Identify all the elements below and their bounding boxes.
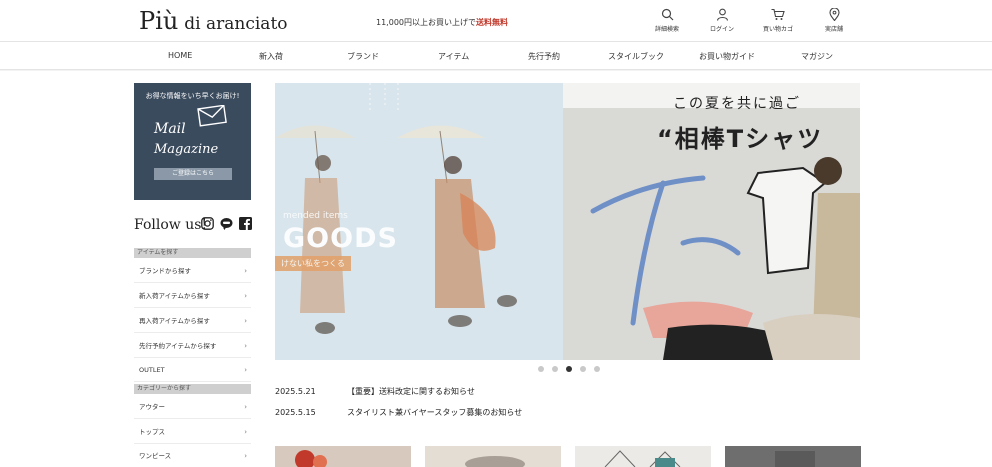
sidebar-link-restock[interactable]: 再入荷アイテムから探す › — [134, 309, 251, 333]
nav-magazine[interactable]: マガジン — [801, 51, 833, 62]
thumbnail-image — [295, 450, 327, 467]
news-date: 2025.5.21 — [275, 387, 316, 396]
slide-goods-title: GOODS — [283, 223, 398, 254]
slide-tshirt[interactable]: この夏を共に過ご “相棒Tシャツ — [563, 83, 860, 360]
nav-brand[interactable]: ブランド — [347, 51, 379, 62]
nav-home[interactable]: HOME — [168, 51, 192, 60]
hero-slider[interactable]: mended items GOODS けない私をつくる この夏を共に過ご “相棒… — [275, 83, 860, 360]
mail-banner-title: お得な情報をいち早くお届け! — [145, 92, 240, 100]
sidebar-link-outlet[interactable]: OUTLET › — [134, 358, 251, 382]
envelope-icon — [197, 105, 227, 127]
news-date: 2025.5.15 — [275, 408, 316, 417]
logo-sub: di aranciato — [184, 14, 288, 34]
mail-magazine-banner[interactable]: お得な情報をいち早くお届け! Mail Magazine ご登録はこちら — [134, 83, 251, 200]
thumbnail-image — [604, 450, 681, 467]
chevron-right-icon: › — [244, 317, 247, 325]
slide-tshirt-copy-line1: この夏を共に過ご — [673, 96, 801, 112]
mail-art-line1: Mail — [153, 121, 186, 137]
follow-us-label: Follow us! — [134, 217, 208, 233]
sidebar-link-outer[interactable]: アウター › — [134, 395, 251, 419]
chevron-right-icon: › — [244, 267, 247, 275]
slider-pagination — [538, 366, 600, 372]
login-link[interactable]: ログイン — [694, 8, 750, 33]
thumbnail-image — [465, 456, 525, 467]
news-title: スタイリスト兼バイヤースタッフ募集のお知らせ — [347, 408, 523, 417]
slider-dot[interactable] — [552, 366, 558, 372]
cart-link[interactable]: 買い物カゴ — [750, 8, 806, 33]
store-label: 実店舗 — [824, 26, 843, 33]
search-label: 詳細検索 — [654, 26, 679, 33]
logo-main: Più — [139, 7, 179, 35]
social-links — [201, 217, 252, 230]
news-item[interactable]: 2025.5.15 スタイリスト兼バイヤースタッフ募集のお知らせ — [275, 407, 522, 418]
nav-shopping-guide[interactable]: お買い物ガイド — [699, 51, 755, 62]
slide-goods[interactable]: mended items GOODS けない私をつくる — [275, 83, 563, 360]
search-icon — [661, 8, 673, 21]
user-icon — [716, 8, 728, 21]
chevron-right-icon: › — [244, 428, 247, 436]
sidebar-link-preorder[interactable]: 先行予約アイテムから探す › — [134, 334, 251, 358]
mail-art-line2: Magazine — [153, 142, 219, 157]
sidebar-link-tops[interactable]: トップス › — [134, 420, 251, 444]
mail-register-button[interactable]: ご登録はこちら — [154, 168, 232, 180]
news-title: 【重要】送料改定に関するお知らせ — [347, 387, 475, 396]
sidebar-link-onepiece[interactable]: ワンピース › — [134, 444, 251, 467]
slider-dot-active[interactable] — [566, 366, 572, 372]
free-shipping-note: 11,000円以上お買い上げで送料無料 — [376, 18, 508, 27]
nav-new-arrivals[interactable]: 新入荷 — [259, 51, 283, 62]
site-logo[interactable]: Più di aranciato — [139, 7, 288, 35]
store-link[interactable]: 実店舗 — [806, 8, 862, 33]
chevron-right-icon: › — [244, 342, 247, 350]
instagram-icon[interactable] — [201, 217, 214, 230]
nav-items[interactable]: アイテム — [438, 51, 469, 62]
slide-goods-subtitle: けない私をつくる — [275, 256, 351, 271]
thumbnail-image — [775, 451, 815, 467]
chevron-right-icon: › — [244, 403, 247, 411]
header-icons: 詳細検索 ログイン 買い物カゴ 実店舗 — [640, 8, 862, 33]
slider-dot[interactable] — [538, 366, 544, 372]
map-pin-icon — [828, 8, 840, 21]
chevron-right-icon: › — [244, 452, 247, 460]
news-item[interactable]: 2025.5.21 【重要】送料改定に関するお知らせ — [275, 386, 475, 397]
site-header: Più di aranciato 11,000円以上お買い上げで送料無料 詳細検索… — [0, 0, 992, 40]
cart-icon — [771, 8, 785, 20]
section-find-items: アイテムを探す — [134, 248, 251, 258]
slide-tshirt-copy-line2: “相棒Tシャツ — [657, 125, 824, 153]
chevron-right-icon: › — [244, 292, 247, 300]
nav-preorder[interactable]: 先行予約 — [528, 51, 560, 62]
feature-thumbnail[interactable] — [275, 446, 411, 467]
slider-dot[interactable] — [580, 366, 586, 372]
slide-goods-caption-top: mended items — [283, 211, 348, 221]
facebook-icon[interactable] — [239, 217, 252, 230]
sidebar-link-brand[interactable]: ブランドから探す › — [134, 259, 251, 283]
nav-stylebook[interactable]: スタイルブック — [608, 51, 664, 62]
slide-goods-photo — [275, 83, 517, 334]
feature-thumbnail[interactable] — [725, 446, 861, 467]
cart-label: 買い物カゴ — [762, 26, 793, 33]
line-icon[interactable] — [220, 217, 233, 230]
feature-thumbnail[interactable] — [425, 446, 561, 467]
chevron-right-icon: › — [244, 366, 247, 374]
login-label: ログイン — [709, 26, 734, 33]
sidebar-link-new[interactable]: 新入荷アイテムから探す › — [134, 284, 251, 308]
section-find-category: カテゴリーから探す — [134, 384, 251, 394]
search-link[interactable]: 詳細検索 — [640, 8, 694, 33]
feature-thumbnail[interactable] — [575, 446, 711, 467]
mail-magazine-art: Mail Magazine — [153, 105, 227, 157]
slider-dot[interactable] — [594, 366, 600, 372]
global-nav: HOME 新入荷 ブランド アイテム 先行予約 スタイルブック お買い物ガイド … — [0, 41, 992, 70]
